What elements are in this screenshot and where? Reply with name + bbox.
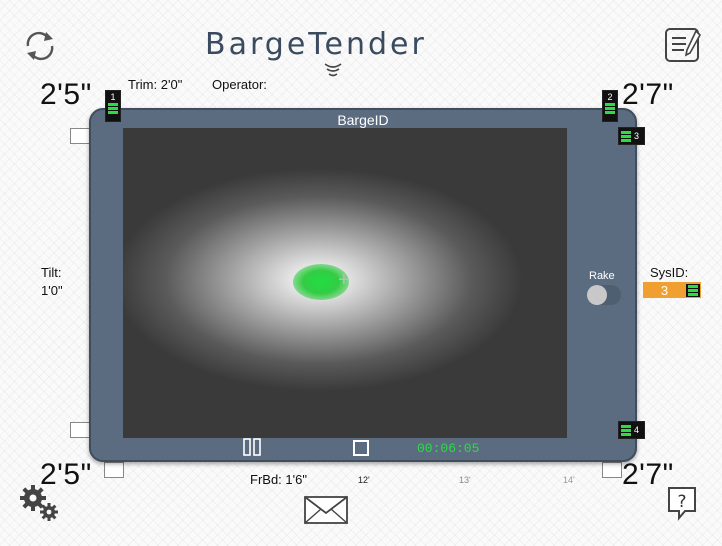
depth-tick: 12' xyxy=(358,475,370,485)
battery-icon xyxy=(108,103,118,114)
corner-box-top-left xyxy=(70,128,90,144)
refresh-icon xyxy=(26,31,54,61)
freeboard-readout: FrBd: 1'6" xyxy=(250,472,307,487)
depth-tick: 13' xyxy=(459,475,471,485)
barge-frame: BargeID + Rake xyxy=(89,108,637,462)
trim-value: 2'0" xyxy=(160,77,183,92)
rake-toggle-knob xyxy=(587,285,607,305)
corner-box-bottom-left xyxy=(70,422,90,438)
sysid-value: 3 xyxy=(660,282,669,298)
sensor-number: 1 xyxy=(110,92,116,102)
corner-box-bottom-left-2 xyxy=(104,462,124,478)
rake-toggle[interactable] xyxy=(587,285,621,305)
pause-icon xyxy=(243,438,261,456)
battery-icon xyxy=(686,283,700,297)
refresh-button[interactable] xyxy=(20,28,60,64)
pause-button[interactable] xyxy=(242,438,262,456)
email-button[interactable] xyxy=(302,494,350,526)
sysid-badge[interactable]: 3 xyxy=(643,282,701,298)
barge-id-label: BargeID xyxy=(337,112,389,128)
sensor-number: 2 xyxy=(607,92,613,102)
stop-button[interactable] xyxy=(353,440,369,456)
gear-icon xyxy=(20,485,58,521)
help-icon: ? xyxy=(668,487,696,521)
crosshair-icon: + xyxy=(338,269,350,291)
recording-timer: 00:06:05 xyxy=(417,441,480,456)
rake-label: Rake xyxy=(589,270,615,282)
sensor-badge-3: 3 xyxy=(618,127,646,145)
battery-icon xyxy=(605,103,615,114)
tilt-value: 1'0" xyxy=(41,283,63,298)
sensor-badge-4: 4 xyxy=(618,421,646,439)
tilt-label: Tilt: xyxy=(41,265,62,280)
notepad-icon xyxy=(665,28,701,62)
trim-readout: Trim: 2'0" xyxy=(128,77,182,92)
sysid-label: SysID: xyxy=(650,265,689,280)
battery-icon xyxy=(621,424,631,436)
trim-label: Trim: xyxy=(128,77,158,92)
frbd-value: 1'6" xyxy=(285,472,307,487)
draft-top-right: 2'7" xyxy=(622,78,674,111)
sensor-badge-2: 2 xyxy=(602,90,618,122)
operator-label: Operator: xyxy=(212,77,267,92)
svg-text:?: ? xyxy=(677,492,686,512)
barge-depth-view[interactable]: + xyxy=(123,128,567,438)
battery-icon xyxy=(621,130,631,142)
help-button[interactable]: ? xyxy=(664,484,700,522)
notes-button[interactable] xyxy=(660,24,706,66)
sensor-badge-1: 1 xyxy=(105,90,121,122)
settings-button[interactable] xyxy=(18,484,62,524)
sensor-number: 3 xyxy=(634,131,640,141)
sensor-number: 4 xyxy=(634,425,640,435)
logo-text: BargeTender xyxy=(205,27,427,62)
corner-box-bottom-right xyxy=(602,462,622,478)
depth-tick: 14' xyxy=(563,475,575,485)
draft-top-left: 2'5" xyxy=(40,78,92,111)
mail-icon xyxy=(304,496,348,524)
frbd-label: FrBd: xyxy=(250,472,282,487)
